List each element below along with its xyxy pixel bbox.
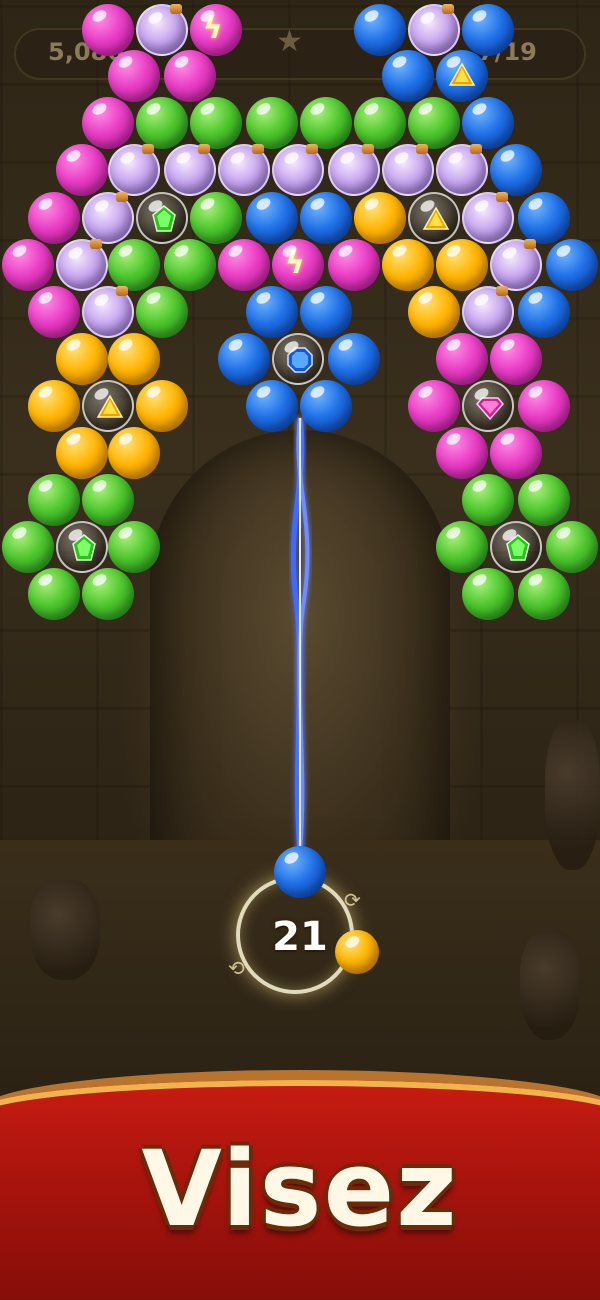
next-shot-bubble[interactable] (335, 930, 379, 974)
game-screen[interactable]: 5,080 ★ ★ 7/19 ϟϟ ⟳ ⟲ 21 Visez (0, 0, 600, 1300)
swap-arrow-icon: ⟲ (228, 956, 245, 980)
banner-title: Visez (141, 1128, 459, 1250)
swap-arrow-icon: ⟳ (344, 888, 361, 912)
shots-remaining-count: 21 (272, 914, 328, 960)
current-shot-bubble[interactable] (274, 846, 326, 898)
